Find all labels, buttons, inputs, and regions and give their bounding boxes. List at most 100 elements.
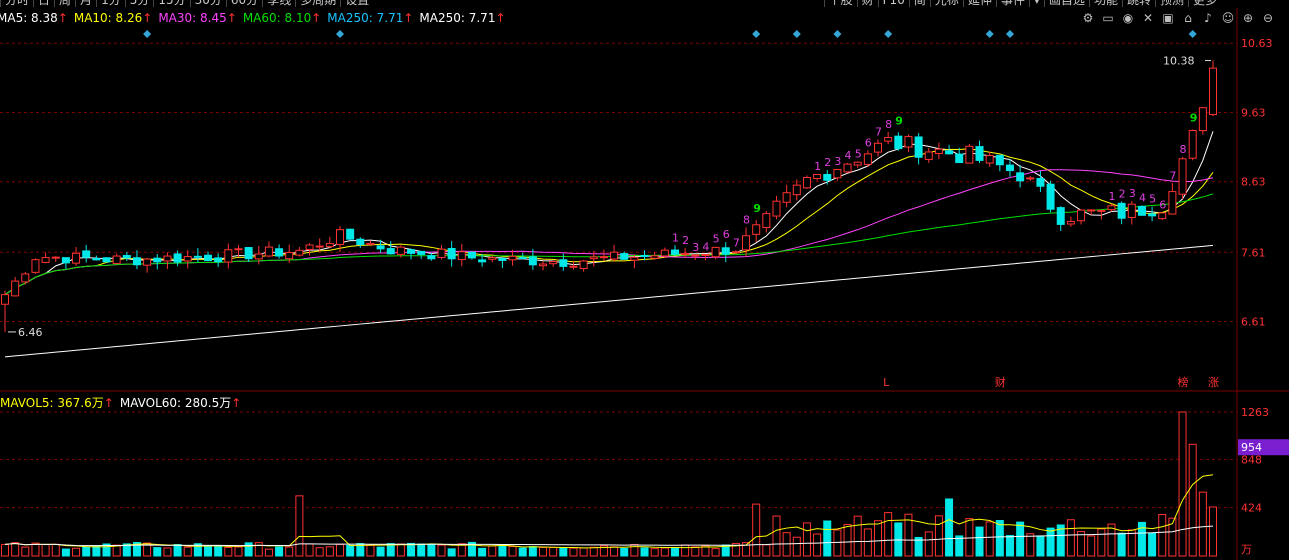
candle-body	[569, 265, 578, 268]
volume-bar	[1, 543, 9, 557]
volume-bar	[1046, 527, 1055, 557]
td-nine-label: 9	[753, 202, 761, 215]
event-diamond-icon	[752, 30, 761, 38]
volume-bar	[285, 546, 294, 557]
volume-bar	[1188, 443, 1197, 557]
td-count-label: 6	[865, 136, 872, 149]
ma250-line	[4, 244, 1214, 358]
volume-bar	[1178, 411, 1187, 557]
volume-bar	[498, 545, 507, 557]
volume-highlight-label: 954	[1241, 441, 1262, 454]
td-count-label: 4	[845, 149, 852, 162]
candle-body	[508, 255, 517, 261]
candle-body	[1046, 183, 1055, 210]
ma-line	[4, 169, 1214, 296]
volume-bar	[965, 518, 974, 557]
event-diamond-icon	[335, 30, 344, 38]
volume-bar	[366, 544, 375, 557]
volume-bar	[762, 544, 771, 557]
candle-body	[752, 224, 761, 235]
volume-bar	[549, 546, 558, 557]
candle-body	[234, 248, 243, 251]
volume-bar	[813, 533, 822, 557]
candle-body	[975, 146, 984, 161]
candle-body	[72, 252, 81, 264]
volume-bar	[711, 548, 720, 557]
volume-bar	[112, 544, 121, 557]
candle-body	[356, 238, 365, 246]
volume-bar	[346, 544, 355, 557]
kline-chart[interactable]: 10.639.638.637.616.611263848424万95410.38…	[0, 0, 1289, 560]
candle-body	[224, 249, 233, 263]
candle-body	[51, 256, 60, 259]
td-nine-label: 9	[895, 114, 903, 127]
volume-bar	[772, 515, 781, 557]
candle-body	[122, 254, 131, 259]
td-count-label: 7	[1169, 169, 1176, 182]
volume-bar	[335, 543, 344, 557]
td-count-label: 1	[672, 231, 679, 244]
volume-bar	[72, 547, 81, 557]
td-count-label: 5	[1149, 193, 1156, 206]
volume-bar	[985, 521, 994, 557]
candle-body	[173, 253, 182, 263]
volume-bar	[691, 546, 700, 557]
candle-body	[792, 184, 801, 196]
volume-bar	[31, 542, 40, 557]
volume-bar	[214, 546, 223, 557]
volume-tick-label: 424	[1241, 502, 1262, 515]
candle-body	[1056, 207, 1065, 225]
candle-body	[965, 145, 974, 164]
volume-bar	[539, 546, 548, 557]
candle-body	[163, 255, 172, 262]
td-count-label: 2	[682, 234, 689, 247]
candle-body	[183, 256, 192, 262]
candle-body	[285, 252, 294, 260]
volume-bar	[224, 546, 233, 557]
candle-body	[488, 257, 497, 260]
td-count-label: 1	[1108, 190, 1115, 203]
candle-body	[1005, 164, 1014, 172]
candle-body	[863, 153, 872, 165]
volume-bar	[752, 503, 761, 557]
candle-body	[386, 248, 395, 255]
candle-body	[1026, 177, 1035, 180]
volume-bar	[874, 520, 883, 557]
candle-body	[995, 154, 1004, 166]
event-marker-label: 涨	[1208, 376, 1219, 389]
candle-body	[92, 258, 101, 261]
candle-body	[1097, 209, 1106, 212]
candle-body	[660, 249, 669, 257]
volume-bar	[995, 520, 1004, 557]
volume-bar	[163, 547, 172, 557]
candle-body	[498, 258, 507, 261]
event-diamond-icon	[833, 30, 842, 38]
candle-body	[539, 263, 548, 267]
candle-body	[853, 161, 862, 166]
candle-body	[589, 256, 598, 260]
low-price-label: 6.46	[18, 326, 43, 339]
candle-body	[41, 257, 50, 263]
volume-bar	[204, 546, 213, 557]
volume-bar	[254, 542, 263, 557]
candle-body	[742, 235, 751, 251]
price-tick-label: 10.63	[1241, 37, 1273, 50]
candle-body	[407, 249, 416, 254]
volume-bar	[325, 546, 334, 557]
volume-bar	[1198, 491, 1207, 557]
candle-body	[813, 173, 822, 179]
ma-line	[4, 131, 1214, 296]
candle-body	[904, 136, 913, 148]
candle-body	[894, 135, 903, 150]
volume-bar	[934, 515, 943, 557]
volume-bar	[1158, 514, 1167, 557]
candle-body	[1168, 191, 1177, 215]
candle-body	[610, 251, 619, 260]
volume-bar	[924, 531, 933, 557]
candle-body	[153, 257, 162, 263]
td-count-label: 8	[1180, 143, 1187, 156]
volume-bar	[569, 547, 578, 557]
candle-body	[112, 255, 121, 265]
candle-body	[985, 155, 994, 164]
volume-bar	[792, 536, 801, 557]
